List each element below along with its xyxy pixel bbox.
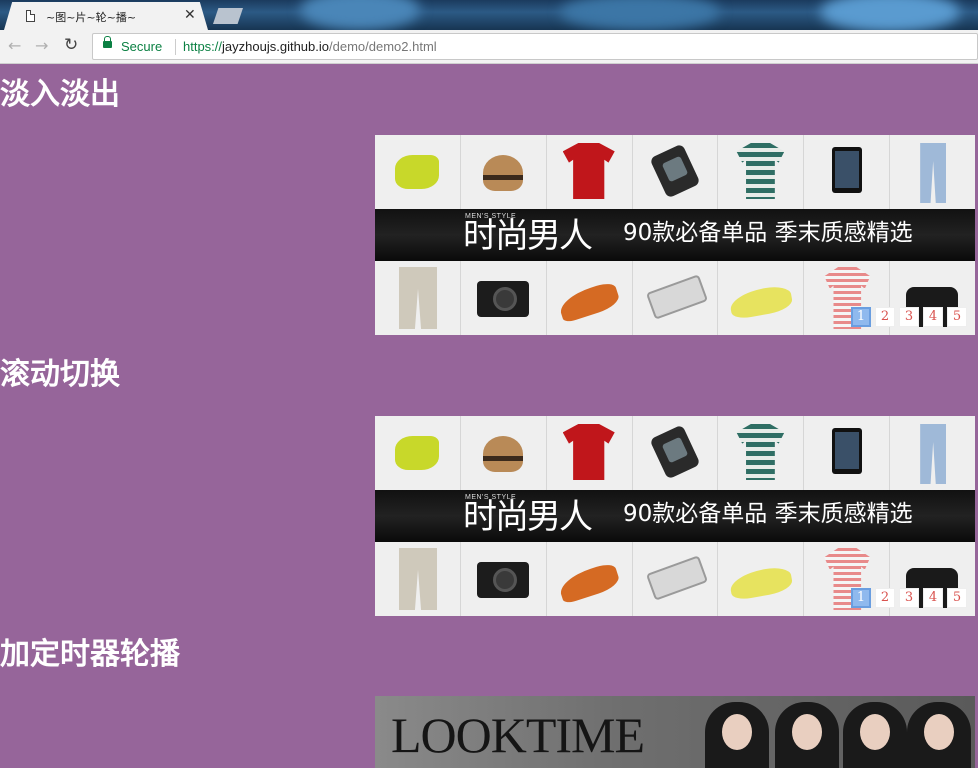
banner-slogan: 90款必备单品 季末质感精选 — [623, 220, 913, 246]
product-jeans — [890, 416, 975, 490]
pager-button-5[interactable]: 5 — [947, 307, 967, 327]
forward-arrow-icon[interactable]: → — [35, 36, 48, 55]
product-shorts — [375, 542, 461, 616]
address-bar[interactable]: Secure https://jayzhoujs.github.io/demo/… — [92, 33, 978, 60]
banner-title-strip: MEN'S STYLE 时尚男人 90款必备单品 季末质感精选 — [375, 490, 975, 542]
background-glow — [560, 0, 720, 30]
page-icon — [26, 10, 35, 22]
product-row — [375, 135, 975, 209]
product-watch — [633, 416, 719, 490]
product-row — [375, 416, 975, 490]
pager-button-1[interactable]: 1 — [851, 588, 871, 608]
product-tshirt — [547, 416, 633, 490]
product-phone — [633, 542, 719, 616]
product-hat — [461, 135, 547, 209]
back-arrow-icon[interactable]: ← — [8, 36, 21, 55]
model-face — [860, 714, 890, 750]
carousel-pager: 1 2 3 4 5 — [851, 307, 967, 327]
section-heading-fade: 淡入淡出 — [0, 77, 120, 112]
product-loafers — [718, 542, 805, 616]
lock-icon — [103, 36, 112, 48]
brand-title: 时尚男人 — [463, 216, 593, 256]
product-jeans — [890, 135, 975, 209]
product-phone — [633, 261, 719, 335]
browser-tab[interactable]: ~图~片~轮~播~ ✕ — [4, 2, 208, 30]
carousel-fade[interactable]: MEN'S STYLE 时尚男人 90款必备单品 季末质感精选 1 2 3 4 … — [375, 135, 975, 335]
url-host: jayzhoujs.github.io — [222, 39, 329, 54]
carousel-pager: 1 2 3 4 5 — [851, 588, 967, 608]
product-hat — [461, 416, 547, 490]
product-camera — [461, 261, 547, 335]
secure-label: Secure — [121, 39, 163, 54]
product-tablet — [804, 135, 891, 209]
pager-button-1[interactable]: 1 — [851, 307, 871, 327]
tab-strip: ~图~片~轮~播~ ✕ — [0, 0, 978, 30]
section-heading-timer: 加定时器轮播 — [0, 637, 180, 672]
pager-button-3[interactable]: 3 — [899, 307, 919, 327]
product-sandals — [375, 416, 461, 490]
pager-button-4[interactable]: 4 — [923, 307, 943, 327]
product-shorts — [375, 261, 461, 335]
product-sandals — [375, 135, 461, 209]
product-polo — [718, 416, 805, 490]
brand-title: 时尚男人 — [463, 497, 593, 537]
carousel-timer[interactable]: LOOKTIME — [375, 696, 975, 768]
product-polo — [718, 135, 805, 209]
url-text[interactable]: https://jayzhoujs.github.io/demo/demo2.h… — [183, 39, 437, 54]
product-loafers — [718, 261, 805, 335]
carousel-scroll[interactable]: MEN'S STYLE 时尚男人 90款必备单品 季末质感精选 1 2 3 4 … — [375, 416, 975, 616]
banner-title-strip: MEN'S STYLE 时尚男人 90款必备单品 季末质感精选 — [375, 209, 975, 261]
pager-button-2[interactable]: 2 — [875, 307, 895, 327]
background-glow — [820, 0, 960, 30]
background-glow — [300, 0, 420, 30]
model-face — [722, 714, 752, 750]
address-separator — [175, 39, 176, 55]
model-face — [924, 714, 954, 750]
tab-title: ~图~片~轮~播~ — [46, 11, 137, 24]
pager-button-3[interactable]: 3 — [899, 588, 919, 608]
pager-button-5[interactable]: 5 — [947, 588, 967, 608]
magazine-logo: LOOKTIME — [391, 707, 645, 763]
pager-button-2[interactable]: 2 — [875, 588, 895, 608]
banner-slogan: 90款必备单品 季末质感精选 — [623, 501, 913, 527]
close-tab-icon[interactable]: ✕ — [184, 7, 196, 23]
product-tshirt — [547, 135, 633, 209]
product-shoes — [547, 542, 633, 616]
pager-button-4[interactable]: 4 — [923, 588, 943, 608]
url-scheme: https:// — [183, 39, 223, 54]
url-path: /demo/demo2.html — [329, 39, 437, 54]
product-watch — [633, 135, 719, 209]
product-shoes — [547, 261, 633, 335]
model-face — [792, 714, 822, 750]
section-heading-scroll: 滚动切换 — [0, 357, 120, 392]
product-camera — [461, 542, 547, 616]
product-tablet — [804, 416, 891, 490]
new-tab-button[interactable] — [213, 8, 243, 24]
browser-toolbar: ← → ↻ Secure https://jayzhoujs.github.io… — [0, 30, 978, 64]
reload-icon[interactable]: ↻ — [64, 35, 78, 55]
